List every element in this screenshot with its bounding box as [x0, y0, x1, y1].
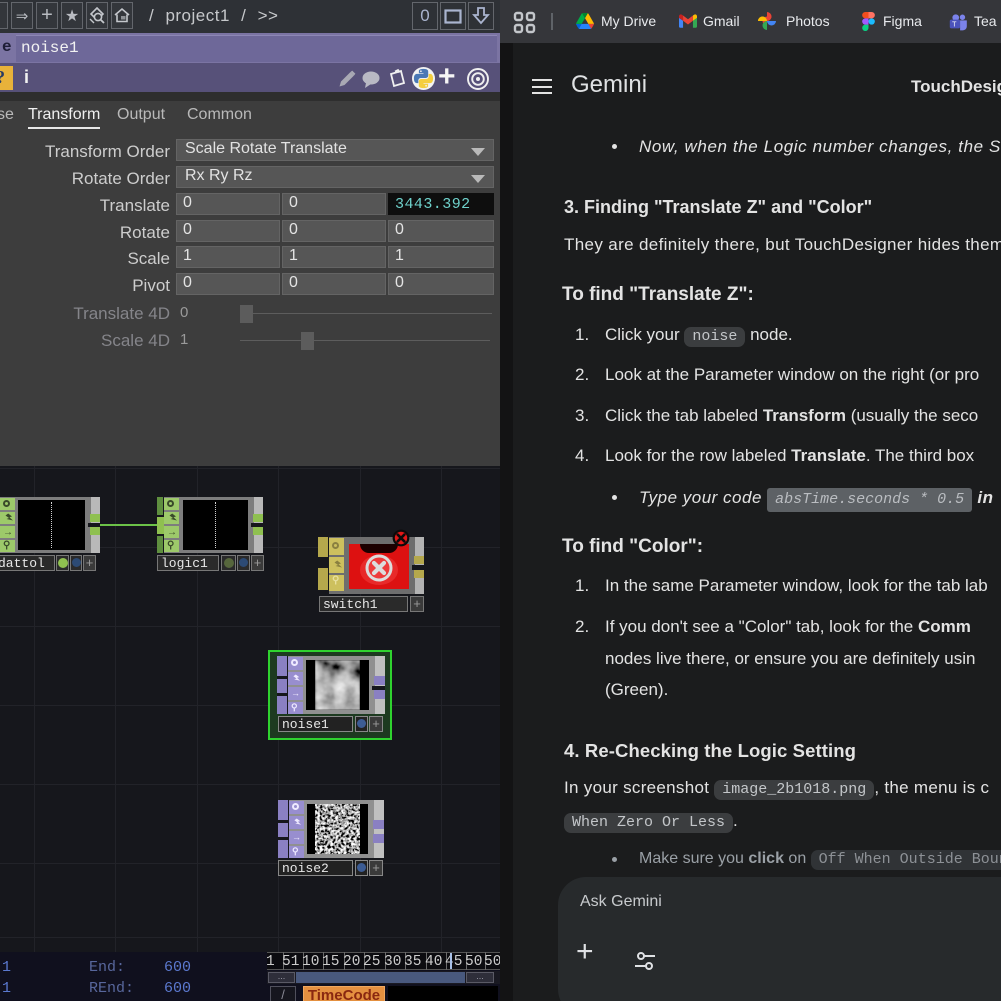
svg-text:T: T [952, 20, 957, 28]
